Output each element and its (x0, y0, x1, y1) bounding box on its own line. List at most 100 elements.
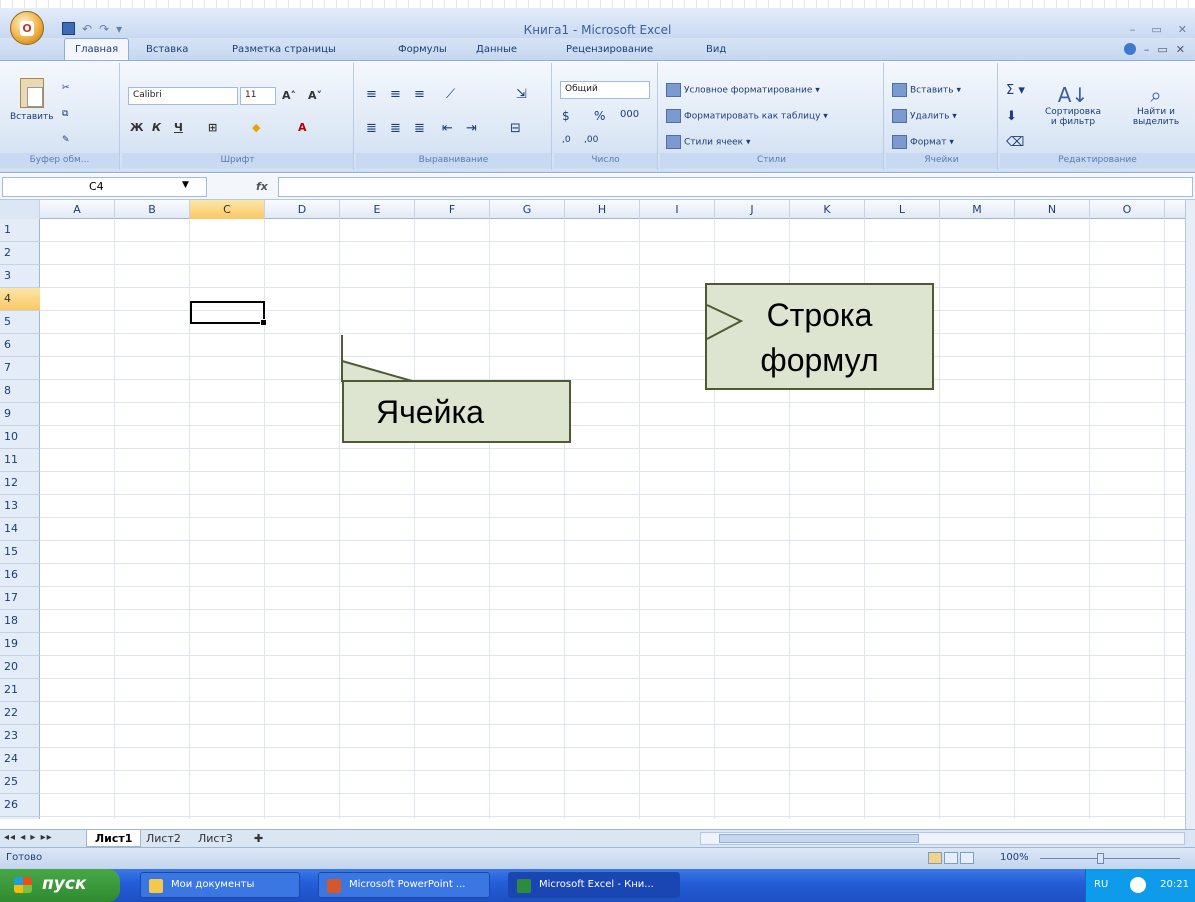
thousands-icon[interactable]: 000 (620, 109, 639, 120)
row-header-20[interactable]: 20 (0, 656, 40, 679)
grow-font-icon[interactable]: A˄ (282, 89, 296, 102)
sort-filter-button[interactable]: A↓ Сортировка и фильтр (1040, 83, 1106, 127)
row-header-19[interactable]: 19 (0, 633, 40, 656)
wrap-text-icon[interactable]: ⇲ (516, 87, 527, 102)
scroll-thumb[interactable] (719, 834, 919, 843)
column-header-o[interactable]: O (1090, 200, 1165, 219)
name-box[interactable]: C4 (2, 177, 207, 197)
task-powerpoint[interactable]: Microsoft PowerPoint ... (318, 872, 490, 898)
row-header-2[interactable]: 2 (0, 242, 40, 265)
conditional-formatting-button[interactable]: Условное форматирование ▾ (666, 83, 820, 97)
column-header-g[interactable]: G (490, 200, 565, 219)
font-name-field[interactable]: Calibri (128, 87, 238, 105)
zoom-level[interactable]: 100% (1000, 852, 1029, 863)
merge-cells-icon[interactable]: ⊟ (510, 121, 521, 136)
cut-icon[interactable]: ✂ (62, 83, 70, 93)
ribbon-minimize-icon[interactable]: – (1144, 43, 1150, 56)
delete-cells-button[interactable]: Удалить ▾ (892, 109, 957, 123)
maximize-button[interactable]: ▭ (1151, 23, 1161, 36)
column-header-a[interactable]: A (40, 200, 115, 219)
cell-styles-button[interactable]: Стили ячеек ▾ (666, 135, 750, 149)
column-header-j[interactable]: J (715, 200, 790, 219)
find-select-button[interactable]: ⌕ Найти и выделить (1122, 83, 1190, 127)
insert-sheet-icon[interactable]: ✚ (246, 830, 271, 847)
row-header-26[interactable]: 26 (0, 794, 40, 817)
close-button[interactable]: ✕ (1178, 23, 1187, 36)
percent-icon[interactable]: % (594, 109, 605, 123)
chevron-down-icon[interactable]: ▼ (182, 180, 189, 190)
row-header-15[interactable]: 15 (0, 541, 40, 564)
row-header-17[interactable]: 17 (0, 587, 40, 610)
fill-icon[interactable]: ⬇ (1006, 109, 1017, 124)
tab-view[interactable]: Вид (706, 44, 726, 55)
row-header-25[interactable]: 25 (0, 771, 40, 794)
align-middle-icon[interactable]: ≡ (390, 87, 401, 102)
start-button[interactable]: пуск (0, 869, 120, 902)
align-left-icon[interactable]: ≣ (366, 121, 377, 136)
sheet-tab-1[interactable]: Лист1 (86, 830, 142, 847)
orientation-icon[interactable]: ⟋ (446, 87, 455, 102)
column-header-h[interactable]: H (565, 200, 640, 219)
insert-cells-button[interactable]: Вставить ▾ (892, 83, 961, 97)
row-header-23[interactable]: 23 (0, 725, 40, 748)
normal-view-icon[interactable] (928, 852, 942, 864)
row-header-10[interactable]: 10 (0, 426, 40, 449)
clear-icon[interactable]: ⌫ (1006, 135, 1024, 150)
zoom-slider[interactable] (1040, 853, 1180, 864)
row-header-5[interactable]: 5 (0, 311, 40, 334)
tab-formulas[interactable]: Формулы (398, 44, 447, 55)
column-header-e[interactable]: E (340, 200, 415, 219)
font-color-icon[interactable]: A (298, 121, 307, 134)
row-header-4[interactable]: 4 (0, 288, 40, 311)
row-header-11[interactable]: 11 (0, 449, 40, 472)
tab-data[interactable]: Данные (476, 44, 517, 55)
row-header-7[interactable]: 7 (0, 357, 40, 380)
row-header-8[interactable]: 8 (0, 380, 40, 403)
tray-icon[interactable] (1130, 877, 1146, 893)
column-header-f[interactable]: F (415, 200, 490, 219)
sheet-nav-icon[interactable]: ◂◂ ◂ ▸ ▸▸ (4, 832, 53, 843)
row-header-18[interactable]: 18 (0, 610, 40, 633)
number-format-field[interactable]: Общий (560, 81, 650, 99)
row-header-22[interactable]: 22 (0, 702, 40, 725)
tab-review[interactable]: Рецензирование (566, 44, 653, 55)
column-header-i[interactable]: I (640, 200, 715, 219)
column-header-m[interactable]: M (940, 200, 1015, 219)
decrease-indent-icon[interactable]: ⇤ (442, 121, 453, 136)
task-my-documents[interactable]: Мои документы (140, 872, 300, 898)
row-header-1[interactable]: 1 (0, 219, 40, 242)
minimize-button[interactable]: – (1130, 23, 1136, 36)
currency-icon[interactable]: $ (562, 109, 570, 123)
zoom-slider-thumb[interactable] (1097, 853, 1104, 864)
function-icon[interactable]: fx (256, 180, 268, 193)
fill-color-icon[interactable]: ◆ (252, 121, 260, 134)
column-header-n[interactable]: N (1015, 200, 1090, 219)
column-header-b[interactable]: B (115, 200, 190, 219)
tab-insert[interactable]: Вставка (146, 44, 188, 55)
underline-icon[interactable]: Ч (174, 121, 183, 134)
tab-page-layout[interactable]: Разметка страницы (232, 44, 336, 55)
font-size-field[interactable]: 11 (240, 87, 276, 105)
autosum-icon[interactable]: Σ ▾ (1006, 83, 1025, 98)
task-excel[interactable]: Microsoft Excel - Кни... (508, 872, 680, 898)
tab-home[interactable]: Главная (64, 38, 130, 60)
ribbon-close-icon[interactable]: ✕ (1176, 43, 1185, 56)
help-icon[interactable] (1123, 43, 1136, 55)
row-header-21[interactable]: 21 (0, 679, 40, 702)
format-as-table-button[interactable]: Форматировать как таблицу ▾ (666, 109, 828, 123)
column-header-c[interactable]: C (190, 200, 265, 219)
paste-button[interactable]: Вставить (10, 78, 54, 122)
column-header-d[interactable]: D (265, 200, 340, 219)
border-icon[interactable]: ⊞ (208, 121, 217, 134)
align-right-icon[interactable]: ≣ (414, 121, 425, 136)
office-button[interactable]: O (10, 11, 44, 45)
row-header-9[interactable]: 9 (0, 403, 40, 426)
select-all-button[interactable] (0, 200, 40, 219)
row-header-12[interactable]: 12 (0, 472, 40, 495)
align-top-icon[interactable]: ≡ (366, 87, 377, 102)
language-indicator[interactable]: RU (1094, 879, 1108, 890)
align-bottom-icon[interactable]: ≡ (414, 87, 425, 102)
sheet-tab-2[interactable]: Лист2 (138, 830, 189, 847)
increase-indent-icon[interactable]: ⇥ (466, 121, 477, 136)
format-painter-icon[interactable]: ✎ (62, 135, 70, 145)
